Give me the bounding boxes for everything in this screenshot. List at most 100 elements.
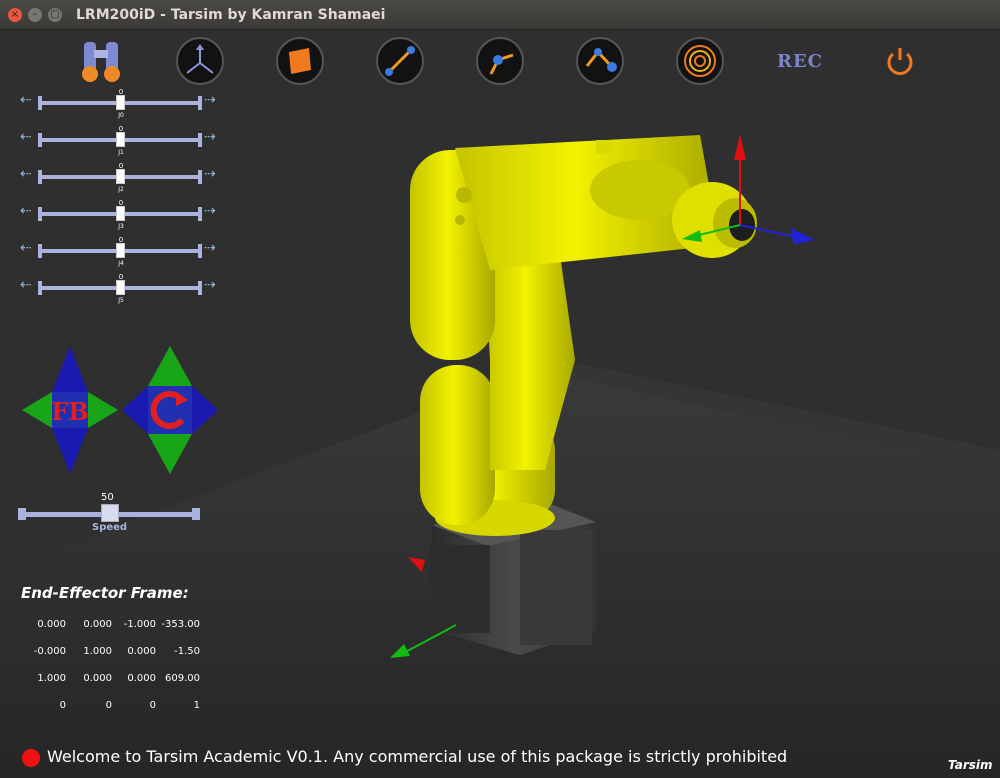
decrease-arrow-icon[interactable]: ⇠	[20, 241, 32, 255]
joint-value: 0	[118, 162, 124, 170]
increase-arrow-icon[interactable]: ⇢	[204, 130, 216, 144]
rotate-down-arrow	[148, 434, 192, 474]
move-down-arrow	[52, 428, 88, 474]
increase-arrow-icon[interactable]: ⇢	[204, 204, 216, 218]
slider-handle[interactable]	[116, 169, 125, 184]
slider-max-cap	[198, 133, 202, 147]
matrix-cell: 1.000	[83, 646, 112, 657]
slider-handle[interactable]	[116, 206, 125, 221]
matrix-cell: 0.000	[83, 673, 112, 684]
end-effector-title: End-Effector Frame:	[21, 584, 189, 602]
matrix-cell: 0.000	[83, 619, 112, 630]
slider-handle[interactable]	[116, 132, 125, 147]
power-button[interactable]	[875, 36, 925, 86]
two-link-icon	[585, 48, 617, 72]
plane-icon	[289, 48, 311, 74]
increase-arrow-icon[interactable]: ⇢	[204, 278, 216, 292]
joint-slider-j3[interactable]: ⇠ 0 J3 ⇢	[20, 199, 220, 231]
increase-arrow-icon[interactable]: ⇢	[204, 241, 216, 255]
matrix-cell: -0.000	[33, 646, 66, 657]
maximize-window-button[interactable]: □	[48, 7, 62, 22]
slider-handle[interactable]	[116, 280, 125, 295]
translation-pad[interactable]: FB	[20, 344, 120, 476]
spiral-icon	[684, 45, 716, 77]
move-left-arrow	[22, 392, 52, 428]
joint-value: 0	[118, 88, 124, 96]
slider-max-cap	[198, 170, 202, 184]
trajectory-button[interactable]	[675, 36, 725, 86]
decrease-arrow-icon[interactable]: ⇠	[20, 93, 32, 107]
joint-label: J1	[118, 149, 124, 156]
matrix-cell: 0	[59, 700, 66, 711]
joint-slider-j4[interactable]: ⇠ 0 J4 ⇢	[20, 236, 220, 268]
speed-min-cap	[18, 508, 26, 520]
rotate-right-arrow	[192, 386, 218, 434]
3d-viewport[interactable]: REC ⇠ 0 J0 ⇢ ⇠ 0 J1 ⇢ ⇠ 0 J2 ⇢ ⇠ 0 J3 ⇢ ⇠ 0 J4 ⇢ ⇠ 0 J5 ⇢ FB 50…	[0, 30, 1000, 778]
speed-max-cap	[192, 508, 200, 520]
joint-slider-j0[interactable]: ⇠ 0 J0 ⇢	[20, 88, 220, 120]
decrease-arrow-icon[interactable]: ⇠	[20, 278, 32, 292]
joint-value: 0	[118, 199, 124, 207]
move-right-arrow	[88, 392, 118, 428]
minimize-window-button[interactable]: –	[28, 7, 42, 22]
slider-max-cap	[198, 207, 202, 221]
joint-value: 0	[118, 125, 124, 133]
close-window-button[interactable]: ×	[8, 7, 22, 22]
rotation-pad[interactable]	[120, 344, 220, 476]
view-button[interactable]	[76, 36, 126, 86]
joint-link-icon	[489, 53, 514, 75]
window-title: LRM200iD - Tarsim by Kamran Shamaei	[76, 6, 386, 23]
decrease-arrow-icon[interactable]: ⇠	[20, 167, 32, 181]
fb-label: FB	[51, 397, 88, 426]
slider-max-cap	[198, 281, 202, 295]
two-link-button[interactable]	[575, 36, 625, 86]
joint-value: 0	[118, 236, 124, 244]
rec-icon: REC	[776, 50, 823, 72]
joint-label: J0	[118, 112, 124, 119]
speed-slider-handle[interactable]	[101, 504, 119, 522]
speed-label: Speed	[92, 522, 128, 533]
joint-value: 0	[118, 273, 124, 281]
slider-max-cap	[198, 244, 202, 258]
rotate-left-arrow	[122, 386, 148, 434]
speed-value: 50	[101, 492, 114, 503]
line-link-icon	[385, 46, 415, 76]
frames-button[interactable]	[175, 36, 225, 86]
move-up-arrow	[52, 346, 88, 392]
axes-frame-icon	[186, 44, 214, 74]
matrix-cell: 1	[193, 700, 200, 711]
status-message: Welcome to Tarsim Academic V0.1. Any com…	[47, 747, 788, 766]
joint-slider-j1[interactable]: ⇠ 0 J1 ⇢	[20, 125, 220, 157]
slider-handle[interactable]	[116, 95, 125, 110]
joint-slider-j2[interactable]: ⇠ 0 J2 ⇢	[20, 162, 220, 194]
window-titlebar: × – □ LRM200iD - Tarsim by Kamran Shamae…	[0, 0, 1000, 30]
increase-arrow-icon[interactable]: ⇢	[204, 167, 216, 181]
matrix-cell: -1.50	[174, 646, 200, 657]
matrix-cell: 609.00	[165, 673, 200, 684]
record-button[interactable]: REC	[775, 36, 825, 86]
joint-label: J2	[118, 186, 124, 193]
binoculars-icon	[82, 42, 120, 82]
rotate-up-arrow	[148, 346, 192, 386]
joint-button[interactable]	[475, 36, 525, 86]
decrease-arrow-icon[interactable]: ⇠	[20, 204, 32, 218]
status-indicator	[22, 749, 40, 767]
line-button[interactable]	[375, 36, 425, 86]
joint-label: J5	[118, 297, 124, 304]
matrix-cell: 0	[105, 700, 112, 711]
matrix-cell: 0.000	[127, 646, 156, 657]
matrix-cell: 0.000	[127, 673, 156, 684]
matrix-cell: 0.000	[37, 619, 66, 630]
slider-handle[interactable]	[116, 243, 125, 258]
increase-arrow-icon[interactable]: ⇢	[204, 93, 216, 107]
plane-button[interactable]	[275, 36, 325, 86]
matrix-cell: -1.000	[123, 619, 156, 630]
decrease-arrow-icon[interactable]: ⇠	[20, 130, 32, 144]
matrix-cell: 0	[149, 700, 156, 711]
matrix-cell: 1.000	[37, 673, 66, 684]
brand-label: Tarsim	[948, 758, 993, 772]
joint-slider-j5[interactable]: ⇠ 0 J5 ⇢	[20, 273, 220, 305]
joint-label: J3	[118, 223, 124, 230]
matrix-cell: -353.00	[161, 619, 200, 630]
joint-label: J4	[118, 260, 124, 267]
